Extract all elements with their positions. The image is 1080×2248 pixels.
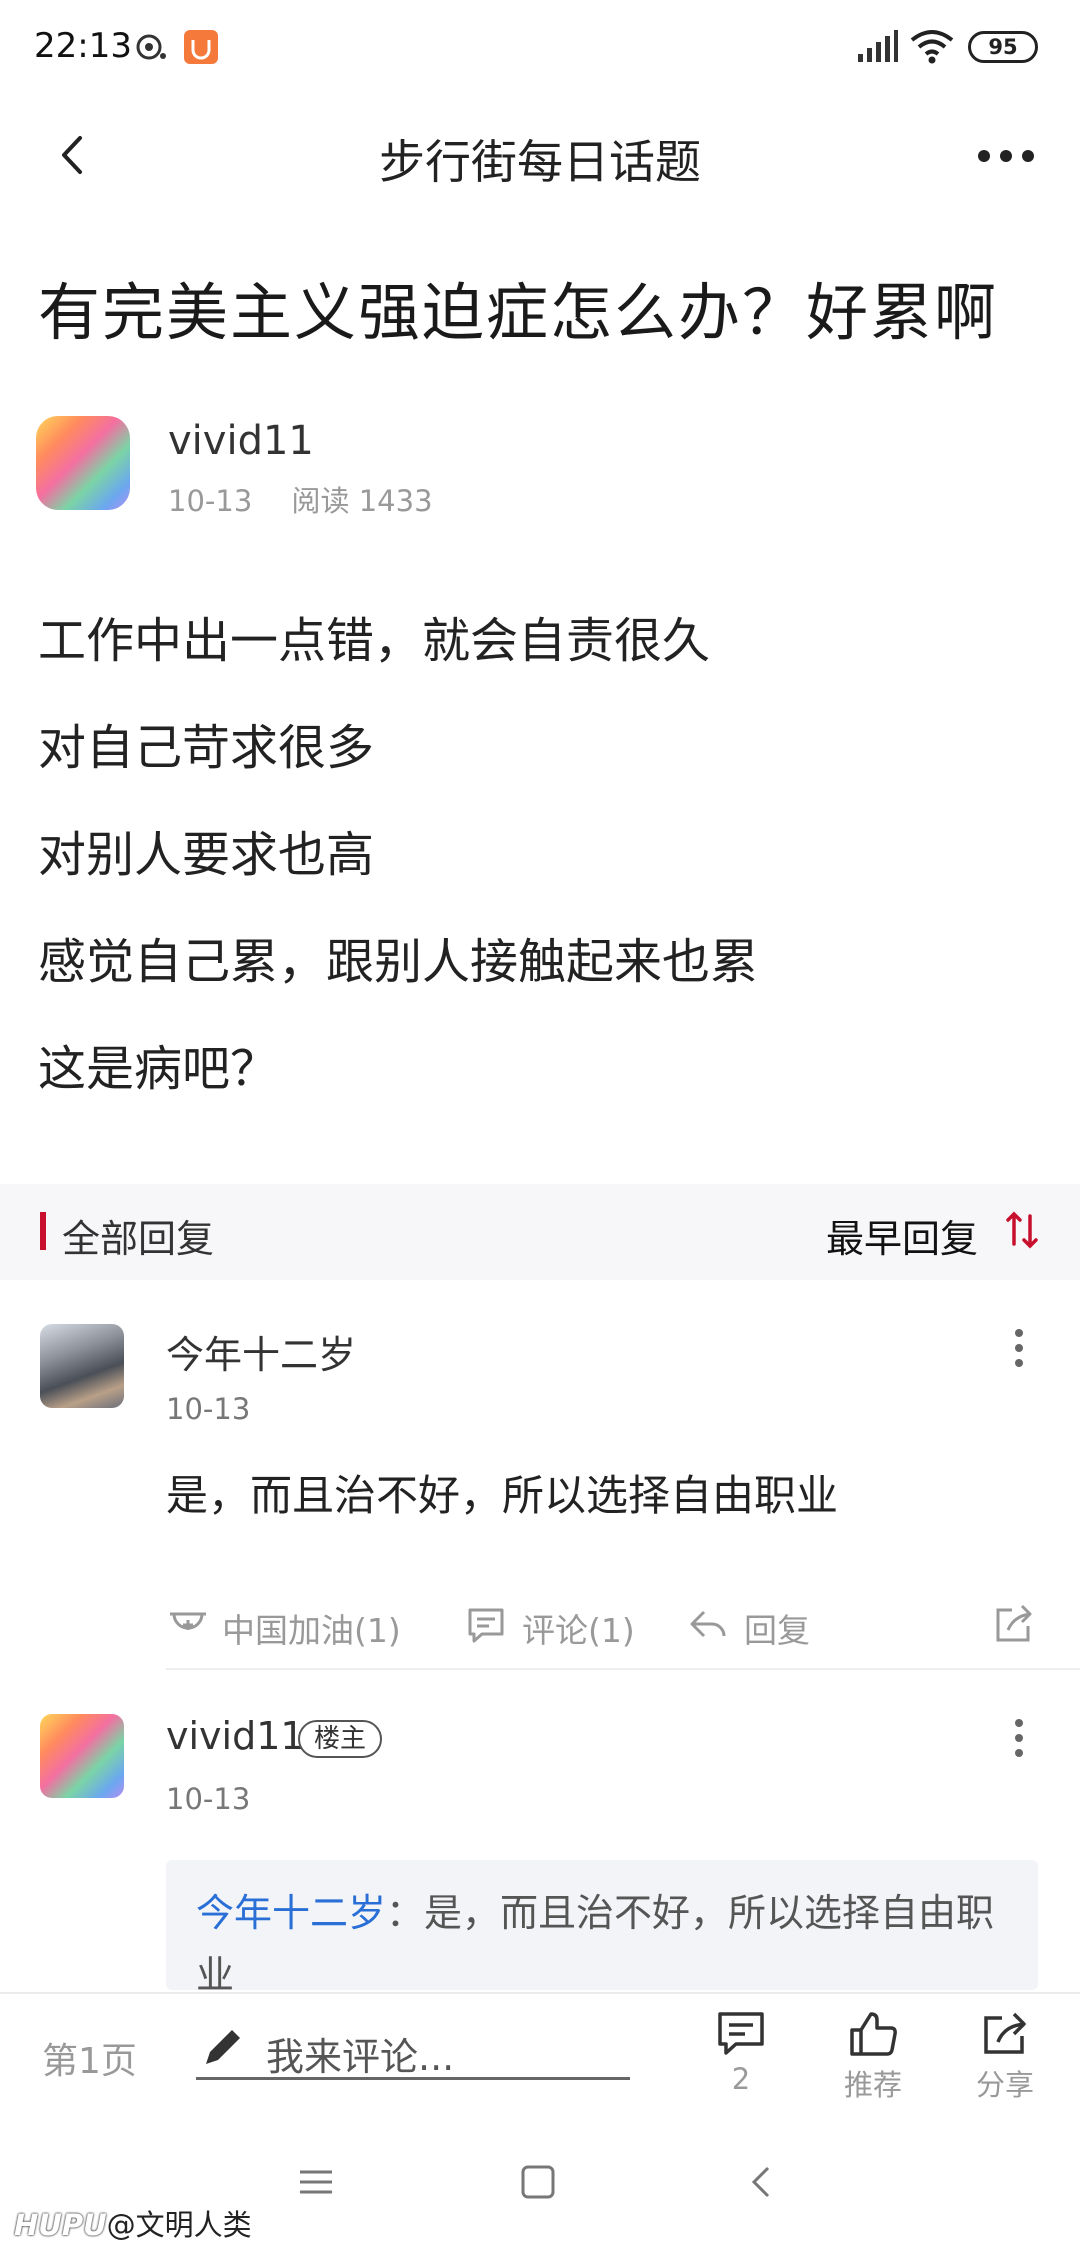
reply-date: 10-13: [166, 1782, 251, 1816]
reply-author[interactable]: vivid11: [166, 1714, 305, 1758]
watermark-brand: HUPU: [14, 2208, 107, 2242]
page-title: 步行街每日话题: [379, 135, 701, 189]
browser-app-icon: [184, 30, 218, 64]
more-icon[interactable]: [976, 136, 1036, 176]
kebab-menu-icon[interactable]: [1004, 1716, 1034, 1760]
comment-placeholder: 我来评论...: [266, 2035, 455, 2079]
post-body: 工作中出一点错，就会自责很久 对自己苛求很多 对别人要求也高 感觉自己累，跟别人…: [38, 598, 1038, 1133]
signal-icon: [858, 30, 898, 62]
reply-actions: 中国加油(1) 评论(1) 回复: [166, 1600, 1046, 1650]
notification-icon: [136, 34, 166, 60]
post-line: 工作中出一点错，就会自责很久: [38, 613, 711, 669]
post-meta: 10-13 阅读 1433: [168, 478, 463, 520]
section-accent-bar: [40, 1212, 46, 1250]
reply-avatar[interactable]: [40, 1324, 124, 1408]
post-date: 10-13: [168, 484, 253, 518]
home-icon[interactable]: [516, 2160, 560, 2204]
bottom-action-bar: 第1页 我来评论... 2 推荐 分享: [0, 1992, 1080, 2118]
pencil-icon: [206, 2030, 240, 2064]
sort-icon[interactable]: [1004, 1210, 1040, 1250]
cheer-label: 中国加油(1): [222, 1611, 401, 1650]
quoted-reply[interactable]: 今年十二岁：是，而且治不好，所以选择自由职业: [166, 1860, 1038, 1990]
op-badge: 楼主: [298, 1720, 383, 1758]
reply-label: 回复: [744, 1611, 810, 1650]
divider: [166, 1668, 1080, 1670]
sort-toggle[interactable]: 最早回复: [826, 1208, 978, 1263]
comment-bubble-icon: [718, 2012, 764, 2055]
author-avatar[interactable]: [36, 416, 130, 510]
reply-icon: [690, 1610, 726, 1638]
share-icon: [984, 2012, 1026, 2054]
reply-author[interactable]: 今年十二岁: [166, 1324, 356, 1379]
post-line: 对别人要求也高: [38, 827, 375, 883]
cheer-button[interactable]: 中国加油(1): [166, 1600, 406, 1650]
watermark-user: @文明人类: [106, 2208, 252, 2242]
comments-button[interactable]: 2: [696, 2008, 786, 2108]
post-line: 对自己苛求很多: [38, 720, 375, 776]
quote-text: 今年十二岁：是，而且治不好，所以选择自由职业: [196, 1882, 1016, 1990]
page-indicator[interactable]: 第1页: [42, 2032, 137, 2084]
comment-count: 2: [731, 2062, 751, 2096]
cheer-icon: [170, 1612, 206, 1630]
battery-icon: 95: [968, 31, 1038, 63]
recommend-button[interactable]: 推荐: [828, 2008, 918, 2108]
share-label: 分享: [975, 2068, 1034, 2102]
reply-text: 是，而且治不好，所以选择自由职业: [166, 1471, 839, 1520]
wifi-icon: [910, 30, 954, 64]
post-line: 这是病吧？: [38, 1041, 279, 1097]
comment-input[interactable]: 我来评论...: [196, 2020, 630, 2080]
nav-bar: 步行街每日话题: [0, 96, 1080, 216]
status-bar: 22:13 95: [0, 0, 1080, 96]
back-icon[interactable]: [740, 2160, 784, 2204]
quote-author-link[interactable]: 今年十二岁: [196, 1891, 386, 1935]
share-button[interactable]: 分享: [960, 2008, 1050, 2108]
all-replies-label: 全部回复: [62, 1217, 215, 1261]
post-title: 有完美主义强迫症怎么办？好累啊: [38, 276, 999, 349]
share-icon[interactable]: [992, 1602, 1036, 1646]
menu-icon[interactable]: [294, 2160, 338, 2204]
comment-button[interactable]: 评论(1): [466, 1600, 636, 1650]
watermark: HUPU@文明人类: [14, 2202, 252, 2244]
kebab-menu-icon[interactable]: [1004, 1326, 1034, 1370]
author-name[interactable]: vivid11: [168, 418, 314, 464]
read-count: 阅读 1433: [291, 484, 433, 518]
reply-avatar[interactable]: [40, 1714, 124, 1798]
reply-date: 10-13: [166, 1392, 251, 1426]
reply-button[interactable]: 回复: [688, 1600, 828, 1650]
recommend-label: 推荐: [843, 2068, 902, 2102]
replies-header: 全部回复 最早回复: [0, 1184, 1080, 1280]
post-line: 感觉自己累，跟别人接触起来也累: [38, 934, 759, 990]
comment-label: 评论(1): [522, 1611, 635, 1650]
comment-icon: [468, 1608, 504, 1643]
status-time: 22:13: [34, 26, 132, 66]
thumbs-up-icon: [850, 2012, 897, 2056]
